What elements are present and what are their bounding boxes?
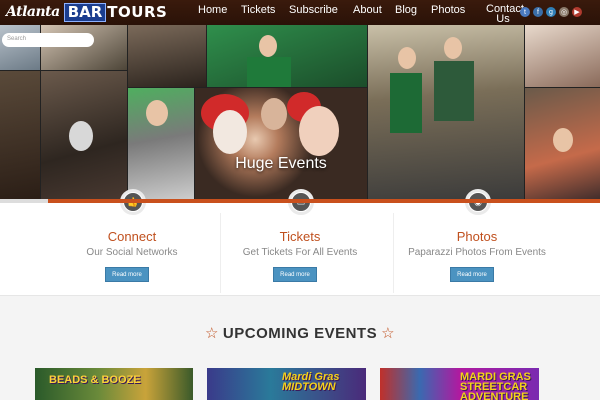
feature-tickets: ▭ Tickets Get Tickets For All Events Rea… xyxy=(214,189,386,296)
upcoming-events-section: ☆ UPCOMING EVENTS ☆ BEADS & BOOZE Mardi Gr… xyxy=(0,296,600,400)
hero-caption: Huge Events xyxy=(235,155,327,172)
feature-title: Connect xyxy=(107,229,157,244)
nav-photos[interactable]: Photos xyxy=(431,0,465,16)
hero-photo xyxy=(195,88,367,202)
site-logo[interactable]: Atlanta BAR TOURS xyxy=(6,1,167,23)
facebook-icon[interactable]: f xyxy=(533,7,543,17)
instagram-icon[interactable]: ◎ xyxy=(559,7,569,17)
event-title: MARDI GRAS STREETCAR ADVENTURE xyxy=(460,371,531,400)
hero-photo xyxy=(207,25,367,87)
read-more-button[interactable]: Read more xyxy=(450,267,494,282)
event-card[interactable]: Mardi Gras MIDTOWN xyxy=(207,368,366,400)
event-title: BEADS & BOOZE xyxy=(49,374,141,386)
logo-tours: TOURS xyxy=(107,3,168,21)
google-plus-icon[interactable]: g xyxy=(546,7,556,17)
event-card[interactable]: MARDI GRAS STREETCAR ADVENTURE xyxy=(380,368,539,400)
section-title: ☆ UPCOMING EVENTS ☆ xyxy=(0,324,600,342)
hero-accent-bar xyxy=(0,199,600,203)
hero-collage: Search Huge Events xyxy=(0,25,600,202)
event-title: Mardi Gras MIDTOWN xyxy=(282,371,340,393)
nav-blog[interactable]: Blog xyxy=(395,0,417,16)
read-more-button[interactable]: Read more xyxy=(273,267,317,282)
feature-subtitle: Get Tickets For All Events xyxy=(242,247,358,258)
read-more-button[interactable]: Read more xyxy=(105,267,149,282)
hero-photo xyxy=(128,88,194,202)
site-header: Atlanta BAR TOURS Home Tickets Subscribe… xyxy=(0,0,600,25)
logo-atlanta: Atlanta xyxy=(6,4,60,20)
star-icon: ☆ xyxy=(204,325,219,342)
feature-title: Photos xyxy=(456,229,498,244)
feature-title: Tickets xyxy=(279,229,321,244)
feature-subtitle: Our Social Networks xyxy=(86,247,178,258)
logo-bar: BAR xyxy=(63,2,107,22)
feature-photos: ◉ Photos Paparazzi Photos From Events Re… xyxy=(391,189,563,296)
social-links: t f g ◎ ▶ xyxy=(520,7,582,17)
nav-home[interactable]: Home xyxy=(198,0,227,16)
feature-subtitle: Paparazzi Photos From Events xyxy=(408,247,546,258)
hero-photo xyxy=(525,25,600,87)
nav-tickets[interactable]: Tickets xyxy=(241,0,275,16)
event-card[interactable]: BEADS & BOOZE xyxy=(35,368,193,400)
search-input[interactable]: Search xyxy=(2,33,94,47)
feature-connect: 👍 Connect Our Social Networks Read more xyxy=(46,189,218,296)
hero-photo xyxy=(525,88,600,202)
hero-photo xyxy=(128,25,206,87)
hero-photo xyxy=(0,25,40,70)
star-icon: ☆ xyxy=(381,325,396,342)
nav-subscribe[interactable]: Subscribe xyxy=(289,0,338,16)
hero-photo xyxy=(0,71,40,202)
hero-photo xyxy=(368,25,524,202)
hero-photo xyxy=(41,25,127,70)
upcoming-title-text: UPCOMING EVENTS xyxy=(222,325,378,342)
nav-about[interactable]: About xyxy=(353,0,382,16)
hero-photo xyxy=(41,71,127,202)
twitter-icon[interactable]: t xyxy=(520,7,530,17)
nav-contact-us[interactable]: Contact Us xyxy=(486,0,524,25)
youtube-icon[interactable]: ▶ xyxy=(572,7,582,17)
features-section: 👍 Connect Our Social Networks Read more … xyxy=(0,189,600,296)
